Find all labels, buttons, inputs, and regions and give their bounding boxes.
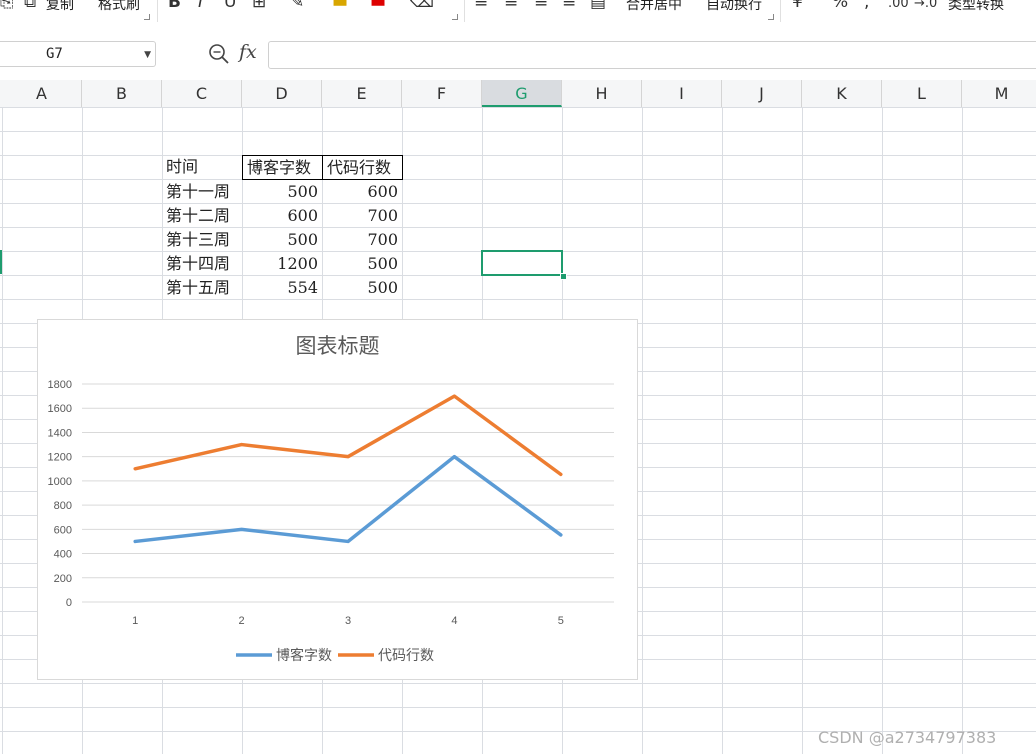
table-row-week[interactable]: 第十二周 [162, 204, 242, 228]
italic-icon[interactable]: I [198, 0, 203, 12]
justify-icon[interactable]: ≡ [562, 0, 576, 12]
table-header-code[interactable]: 代码行数 [322, 155, 403, 180]
copy-button[interactable]: 复制 [46, 0, 74, 14]
column-header-a[interactable]: A [2, 80, 82, 107]
x-tick-label: 5 [558, 615, 564, 627]
series-line-1 [133, 454, 563, 544]
table-row-blog[interactable]: 500 [242, 228, 322, 252]
column-header-f[interactable]: F [402, 80, 482, 107]
increase-decimal-icon[interactable]: .00 [888, 0, 909, 11]
format-painter-button[interactable]: 格式刷 [98, 0, 140, 14]
y-tick-label: 1200 [48, 452, 72, 464]
x-tick-label: 2 [239, 615, 245, 627]
table-row-blog[interactable]: 600 [242, 204, 322, 228]
font-group-launcher-icon[interactable] [452, 14, 458, 20]
table-row-week[interactable]: 第十五周 [162, 276, 242, 300]
column-header-h[interactable]: H [562, 80, 642, 107]
table-row-code[interactable]: 600 [322, 180, 402, 204]
x-tick-label: 3 [345, 615, 351, 627]
y-tick-label: 0 [66, 597, 72, 609]
ribbon-toolbar: ⎘ ⧉ 复制 格式刷 B I U ⊞ ✎ ▬ ▬ ⌫ ≡ ≡ ≡ ≡ ▤ 合并居… [0, 0, 1036, 27]
y-tick-label: 200 [54, 573, 72, 585]
table-row-code[interactable]: 700 [322, 204, 402, 228]
copy-icon[interactable]: ⧉ [24, 0, 36, 12]
currency-icon[interactable]: ¥ [792, 0, 803, 12]
table-row-blog[interactable]: 500 [242, 180, 322, 204]
y-tick-label: 800 [54, 500, 72, 512]
table-row-week[interactable]: 第十一周 [162, 180, 242, 204]
chart-plot: 0 200 400 600 800 1000 1200 1400 1600 1800 1 2 3 4 5 博客… [48, 379, 614, 664]
align-group-launcher-icon[interactable] [768, 14, 774, 20]
thousands-icon[interactable]: , [864, 0, 869, 12]
clipboard-group-launcher-icon[interactable] [144, 14, 150, 20]
cell-reference: G7 [46, 46, 63, 62]
zoom-icon[interactable] [208, 43, 230, 65]
column-header-k[interactable]: K [802, 80, 882, 107]
table-row-blog[interactable]: 1200 [242, 252, 322, 276]
table-row-week[interactable]: 第十三周 [162, 228, 242, 252]
bold-icon[interactable]: B [168, 0, 181, 12]
table-row-code[interactable]: 700 [322, 228, 402, 252]
wrap-text-button[interactable]: 自动换行 [706, 0, 762, 14]
legend-label: 博客字数 [276, 647, 332, 664]
table-row-blog[interactable]: 554 [242, 276, 322, 300]
name-box[interactable]: G7 ▼ [0, 41, 156, 67]
watermark: CSDN @a2734797383 [818, 728, 997, 747]
border-icon[interactable]: ⊞ [252, 0, 266, 12]
table-row-week[interactable]: 第十四周 [162, 252, 242, 276]
fx-icon[interactable]: fx [239, 41, 257, 63]
underline-icon[interactable]: U [224, 0, 236, 12]
paste-icon[interactable]: ⎘ [0, 0, 14, 12]
formula-bar: G7 ▼ fx [0, 26, 1036, 80]
legend-label: 代码行数 [378, 648, 434, 664]
column-header-c[interactable]: C [162, 80, 242, 107]
x-tick-label: 4 [451, 615, 457, 627]
y-tick-label: 1800 [48, 379, 72, 391]
column-header-j[interactable]: J [722, 80, 802, 107]
column-header-b[interactable]: B [82, 80, 162, 107]
line-chart[interactable]: 图表标题 0 200 400 600 800 1000 1200 1400 1600 1800 1 2… [37, 319, 638, 680]
active-row-marker [0, 250, 2, 274]
distribute-icon[interactable]: ▤ [590, 0, 606, 12]
table-row-code[interactable]: 500 [322, 276, 402, 300]
font-color-icon[interactable]: ▬ [370, 0, 386, 12]
decrease-decimal-icon[interactable]: →.0 [914, 0, 937, 11]
clear-format-icon[interactable]: ✎ [290, 0, 304, 12]
percent-icon[interactable]: % [832, 0, 848, 12]
align-center-icon[interactable]: ≡ [504, 0, 518, 12]
column-header-e[interactable]: E [322, 80, 402, 107]
column-header-i[interactable]: I [642, 80, 722, 107]
selected-cell-g7[interactable] [481, 250, 563, 276]
merge-center-button[interactable]: 合并居中 [626, 0, 682, 14]
x-tick-label: 1 [132, 615, 138, 627]
eraser-icon[interactable]: ⌫ [410, 0, 434, 12]
align-left-icon[interactable]: ≡ [474, 0, 488, 12]
column-header-bar: A B C D E F G H I J K L M [0, 80, 1036, 108]
column-header-d[interactable]: D [242, 80, 322, 107]
fill-handle[interactable] [560, 273, 567, 280]
y-tick-label: 600 [54, 524, 72, 536]
table-row-code[interactable]: 500 [322, 252, 402, 276]
table-header-blog[interactable]: 博客字数 [242, 155, 323, 180]
y-tick-label: 1400 [48, 427, 72, 439]
chevron-down-icon[interactable]: ▼ [144, 50, 151, 60]
type-convert-button[interactable]: 类型转换 [948, 0, 1004, 14]
y-tick-label: 400 [54, 549, 72, 561]
y-tick-label: 1000 [48, 476, 72, 488]
formula-input[interactable] [268, 41, 1036, 69]
align-right-icon[interactable]: ≡ [534, 0, 548, 12]
column-header-m[interactable]: M [962, 80, 1036, 107]
column-header-g[interactable]: G [482, 80, 562, 107]
column-header-l[interactable]: L [882, 80, 962, 107]
fill-color-icon[interactable]: ▬ [332, 0, 348, 12]
table-header-time[interactable]: 时间 [162, 155, 242, 179]
y-tick-label: 1600 [48, 403, 72, 415]
